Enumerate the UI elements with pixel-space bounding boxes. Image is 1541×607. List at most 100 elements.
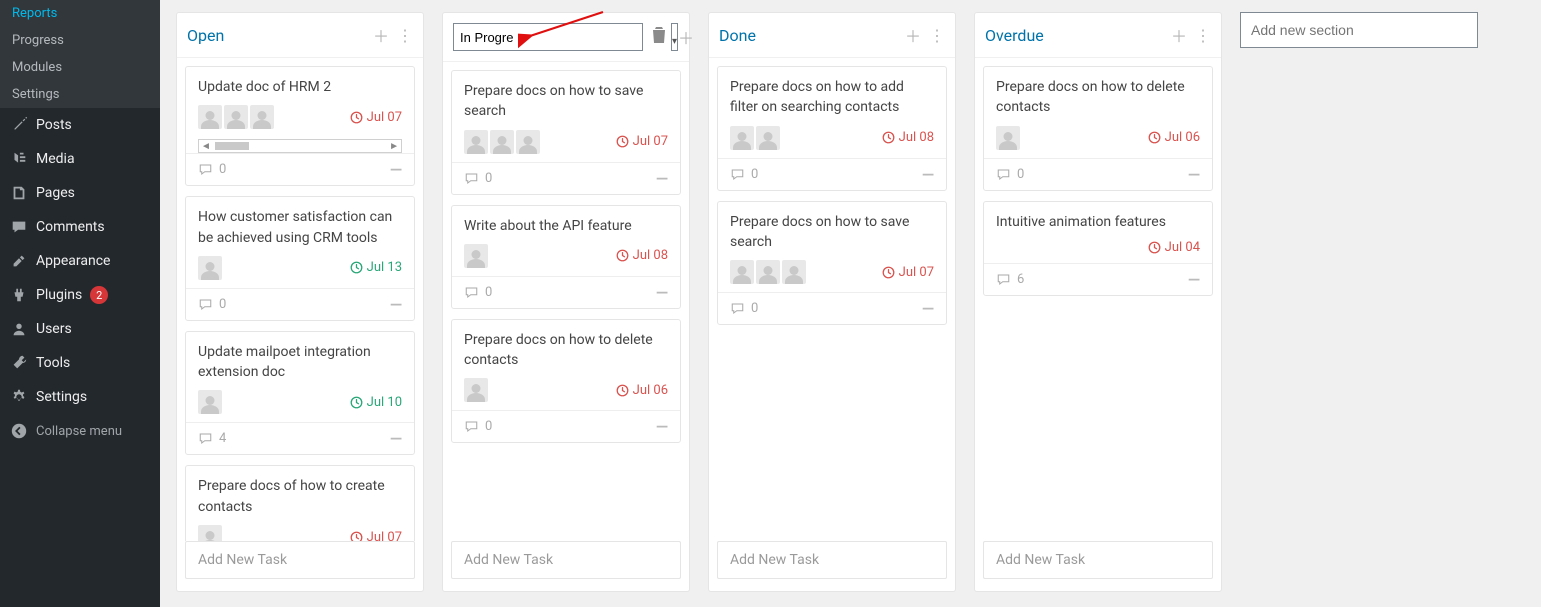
add-card-icon[interactable]: ＋	[1171, 23, 1187, 47]
card-collapse-icon[interactable]: —	[922, 299, 934, 318]
column-title[interactable]: Open	[187, 26, 373, 45]
wp-sidebar: ReportsProgressModulesSettings PostsMedi…	[0, 0, 160, 607]
menu-item-settings[interactable]: Settings	[0, 380, 160, 414]
avatar	[224, 105, 248, 129]
kanban-card[interactable]: Prepare docs of how to create contactsJu…	[185, 465, 415, 541]
avatar	[516, 130, 540, 154]
avatar	[756, 126, 780, 150]
trash-icon[interactable]	[651, 26, 667, 48]
card-comments[interactable]: 0	[464, 171, 492, 186]
add-task-input[interactable]: Add New Task	[983, 541, 1213, 579]
kanban-card[interactable]: Prepare docs on how to delete contacts Ju…	[451, 319, 681, 444]
avatar	[782, 260, 806, 284]
avatar	[198, 256, 222, 280]
card-comments[interactable]: 0	[730, 301, 758, 316]
avatar	[464, 244, 488, 268]
column-title-input[interactable]	[453, 23, 643, 51]
kanban-card[interactable]: Update mailpoet integration extension do…	[185, 331, 415, 456]
submenu-item[interactable]: Reports	[0, 0, 160, 27]
add-new-section-input[interactable]	[1240, 12, 1478, 48]
avatar	[490, 130, 514, 154]
menu-item-media[interactable]: Media	[0, 142, 160, 176]
column-dropdown[interactable]	[671, 23, 678, 51]
avatar	[730, 126, 754, 150]
column-title[interactable]: Overdue	[985, 26, 1171, 45]
menu-item-posts[interactable]: Posts	[0, 108, 160, 142]
menu-item-tools[interactable]: Tools	[0, 346, 160, 380]
kanban-card[interactable]: Intuitive animation featuresJul 046—	[983, 201, 1213, 296]
submenu-item[interactable]: Settings	[0, 81, 160, 108]
column-menu-icon[interactable]: ⋮	[1195, 26, 1211, 45]
add-task-input[interactable]: Add New Task	[717, 541, 947, 579]
card-comments[interactable]: 0	[996, 167, 1024, 182]
kanban-card[interactable]: Prepare docs on how to save searchJul 07…	[451, 70, 681, 195]
card-comments[interactable]: 0	[198, 297, 226, 312]
avatar	[730, 260, 754, 284]
card-title: Intuitive animation features	[984, 202, 1212, 236]
card-due-date: Jul 10	[350, 395, 402, 410]
card-footer: 0—	[452, 162, 680, 194]
card-comments[interactable]: 0	[730, 167, 758, 182]
submenu-item[interactable]: Modules	[0, 54, 160, 81]
card-collapse-icon[interactable]: —	[656, 417, 668, 436]
add-task-input[interactable]: Add New Task	[451, 541, 681, 579]
card-comments[interactable]: 0	[464, 285, 492, 300]
card-title: Prepare docs on how to save search	[452, 71, 680, 126]
card-collapse-icon[interactable]: —	[922, 165, 934, 184]
card-comments[interactable]: 0	[198, 162, 226, 177]
card-due-date: Jul 06	[616, 383, 668, 398]
kanban-card[interactable]: Prepare docs on how to add filter on sea…	[717, 66, 947, 191]
add-card-icon[interactable]: ＋	[373, 23, 389, 47]
menu-item-label: Users	[36, 321, 72, 337]
card-collapse-icon[interactable]: —	[656, 169, 668, 188]
card-collapse-icon[interactable]: —	[1188, 270, 1200, 289]
card-collapse-icon[interactable]: —	[390, 160, 402, 179]
menu-item-plugins[interactable]: Plugins 2	[0, 278, 160, 312]
kanban-board: Open＋⋮Update doc of HRM 2Jul 07◄►0—How c…	[176, 12, 1222, 592]
kanban-card[interactable]: Write about the API featureJul 080—	[451, 205, 681, 309]
main-area: Open＋⋮Update doc of HRM 2Jul 07◄►0—How c…	[160, 0, 1541, 607]
avatar	[198, 390, 222, 414]
card-comments[interactable]: 0	[464, 419, 492, 434]
avatar	[198, 105, 222, 129]
avatar	[198, 525, 222, 541]
card-title: Write about the API feature	[452, 206, 680, 240]
menu-item-label: Plugins	[36, 287, 82, 303]
card-footer: 6—	[984, 263, 1212, 295]
menu-item-pages[interactable]: Pages	[0, 176, 160, 210]
card-avatars	[198, 525, 222, 541]
kanban-card[interactable]: Update doc of HRM 2Jul 07◄►0—	[185, 66, 415, 186]
card-comments[interactable]: 4	[198, 431, 226, 446]
plugins-badge: 2	[90, 286, 108, 304]
add-task-input[interactable]: Add New Task	[185, 541, 415, 579]
kanban-card[interactable]: Prepare docs on how to delete contactsJu…	[983, 66, 1213, 191]
card-collapse-icon[interactable]: —	[390, 429, 402, 448]
add-card-icon[interactable]: ＋	[678, 25, 694, 49]
card-collapse-icon[interactable]: —	[390, 295, 402, 314]
card-due-date: Jul 13	[350, 260, 402, 275]
card-collapse-icon[interactable]: —	[1188, 165, 1200, 184]
submenu-item[interactable]: Progress	[0, 27, 160, 54]
menu-item-users[interactable]: Users	[0, 312, 160, 346]
menu-item-label: Appearance	[36, 253, 110, 269]
kanban-card[interactable]: How customer satisfaction can be achieve…	[185, 196, 415, 321]
column-title[interactable]: Done	[719, 26, 905, 45]
card-avatars	[464, 130, 540, 154]
card-collapse-icon[interactable]: —	[656, 283, 668, 302]
collapse-menu[interactable]: Collapse menu	[0, 414, 160, 448]
card-title: Prepare docs on how to delete contacts	[452, 320, 680, 375]
column-menu-icon[interactable]: ⋮	[397, 26, 413, 45]
add-card-icon[interactable]: ＋	[905, 23, 921, 47]
menu-item-appearance[interactable]: Appearance	[0, 244, 160, 278]
menu-item-label: Settings	[36, 389, 87, 405]
card-avatars	[730, 260, 806, 284]
card-comments[interactable]: 6	[996, 272, 1024, 287]
card-due-date: Jul 04	[1148, 240, 1200, 255]
column-menu-icon[interactable]: ⋮	[929, 26, 945, 45]
menu-item-comments[interactable]: Comments	[0, 210, 160, 244]
kanban-card[interactable]: Prepare docs on how to save searchJul 07…	[717, 201, 947, 326]
card-title: How customer satisfaction can be achieve…	[186, 197, 414, 252]
avatar	[464, 130, 488, 154]
kanban-column: Overdue＋ ⋮ Prepare docs on how to delete c…	[974, 12, 1222, 592]
card-hscroll[interactable]: ◄►	[198, 139, 402, 153]
